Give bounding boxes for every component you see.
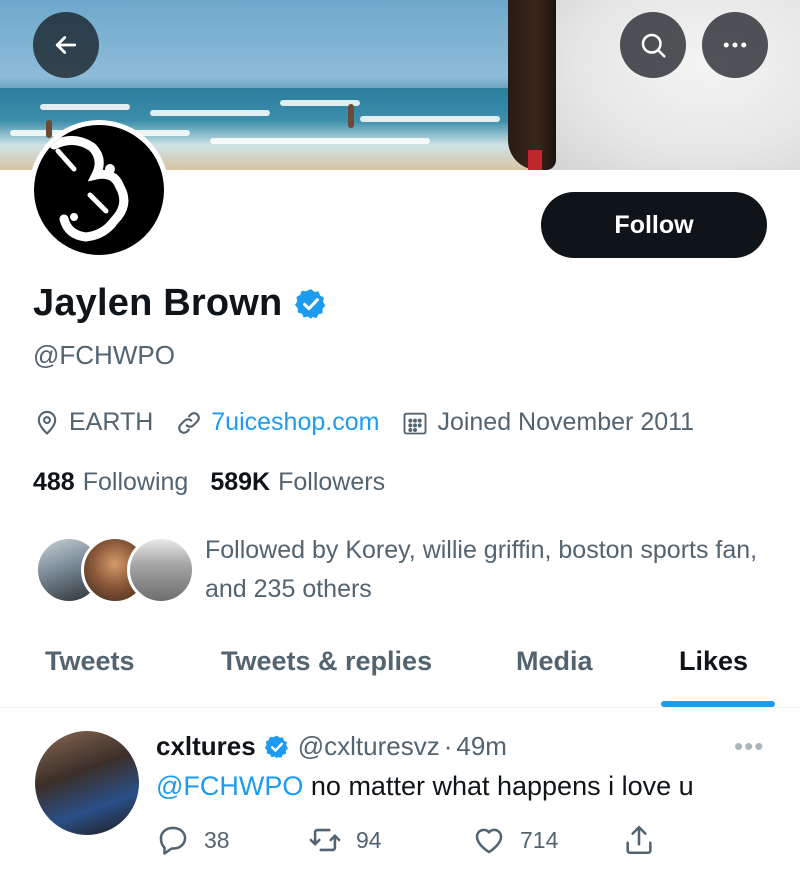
search-button[interactable] (620, 12, 686, 78)
arrow-left-icon (55, 36, 77, 54)
active-tab-indicator (661, 701, 775, 707)
followers-count: 589K (210, 468, 271, 496)
profile-name: Jaylen Brown (33, 282, 283, 324)
location-text: EARTH (69, 408, 154, 436)
follower-avatar (127, 536, 195, 604)
share-button[interactable] (622, 823, 670, 857)
website-item[interactable]: 7uiceshop.com (175, 408, 379, 437)
tweet[interactable]: cxltures @cxlturesvz · 49m ••• @FCHWPO n… (0, 709, 800, 881)
reply-count: 38 (204, 826, 230, 853)
more-button[interactable] (702, 12, 768, 78)
location-pin-icon (37, 410, 57, 435)
profile-avatar[interactable] (29, 120, 169, 260)
reply-button[interactable]: 38 (156, 823, 230, 857)
verified-badge-icon (264, 735, 288, 758)
tweet-actions: 38 94 714 (156, 823, 676, 863)
retweet-button[interactable]: 94 (308, 823, 382, 857)
joined-item: Joined November 2011 (401, 408, 694, 437)
website-link[interactable]: 7uiceshop.com (211, 408, 379, 437)
calendar-icon (404, 412, 427, 434)
reply-icon (159, 826, 187, 855)
followed-by-avatars[interactable] (35, 536, 195, 606)
avatar-image (34, 125, 164, 255)
followed-by-text[interactable]: Followed by Korey, willie griffin, bosto… (205, 531, 775, 609)
tab-tweets-replies[interactable]: Tweets & replies (221, 646, 432, 677)
banner-face (508, 0, 556, 170)
follow-button[interactable]: Follow (541, 192, 767, 258)
tweet-more-button[interactable]: ••• (734, 731, 764, 762)
tweet-separator: · (443, 731, 453, 761)
tweet-time[interactable]: 49m (456, 731, 507, 762)
tab-tweets[interactable]: Tweets (45, 646, 135, 677)
like-count: 714 (520, 826, 559, 853)
followers-label: Followers (278, 468, 386, 496)
profile-meta: EARTH 7uiceshop.com Joined November 2011 (33, 408, 716, 437)
verified-badge-icon (295, 288, 326, 319)
profile-handle: @FCHWPO (33, 340, 175, 370)
following-label: Following (82, 468, 189, 496)
back-button[interactable] (33, 12, 99, 78)
tab-media[interactable]: Media (516, 646, 593, 677)
tweet-body: no matter what happens i love u (303, 771, 694, 801)
followers-count-link[interactable]: 589K Followers (210, 468, 385, 497)
more-horizontal-icon (723, 42, 747, 48)
tweet-mention[interactable]: @FCHWPO (156, 771, 303, 801)
tweet-header: cxltures @cxlturesvz · 49m (156, 731, 507, 762)
like-button[interactable]: 714 (472, 823, 558, 857)
search-icon (641, 33, 666, 58)
liberation-logo-icon (49, 136, 129, 242)
link-icon (178, 411, 201, 434)
tab-likes[interactable]: Likes (679, 646, 748, 677)
heart-icon (475, 828, 503, 854)
follow-counts: 488 Following 589K Followers (33, 468, 407, 497)
tweet-author-name[interactable]: cxltures (156, 731, 256, 762)
share-icon (626, 825, 652, 855)
following-count: 488 (33, 468, 75, 496)
tweet-text: @FCHWPO no matter what happens i love u (156, 771, 694, 802)
tweet-author-handle[interactable]: @cxlturesvz (298, 731, 440, 762)
joined-text: Joined November 2011 (437, 408, 695, 436)
following-count-link[interactable]: 488 Following (33, 468, 188, 497)
retweet-icon (309, 828, 341, 852)
location-item: EARTH (33, 408, 153, 437)
profile-name-row: Jaylen Brown (33, 282, 328, 325)
retweet-count: 94 (356, 826, 382, 853)
profile-tabs: Tweets Tweets & replies Media Likes (0, 640, 800, 708)
tweet-author-avatar[interactable] (35, 731, 139, 835)
